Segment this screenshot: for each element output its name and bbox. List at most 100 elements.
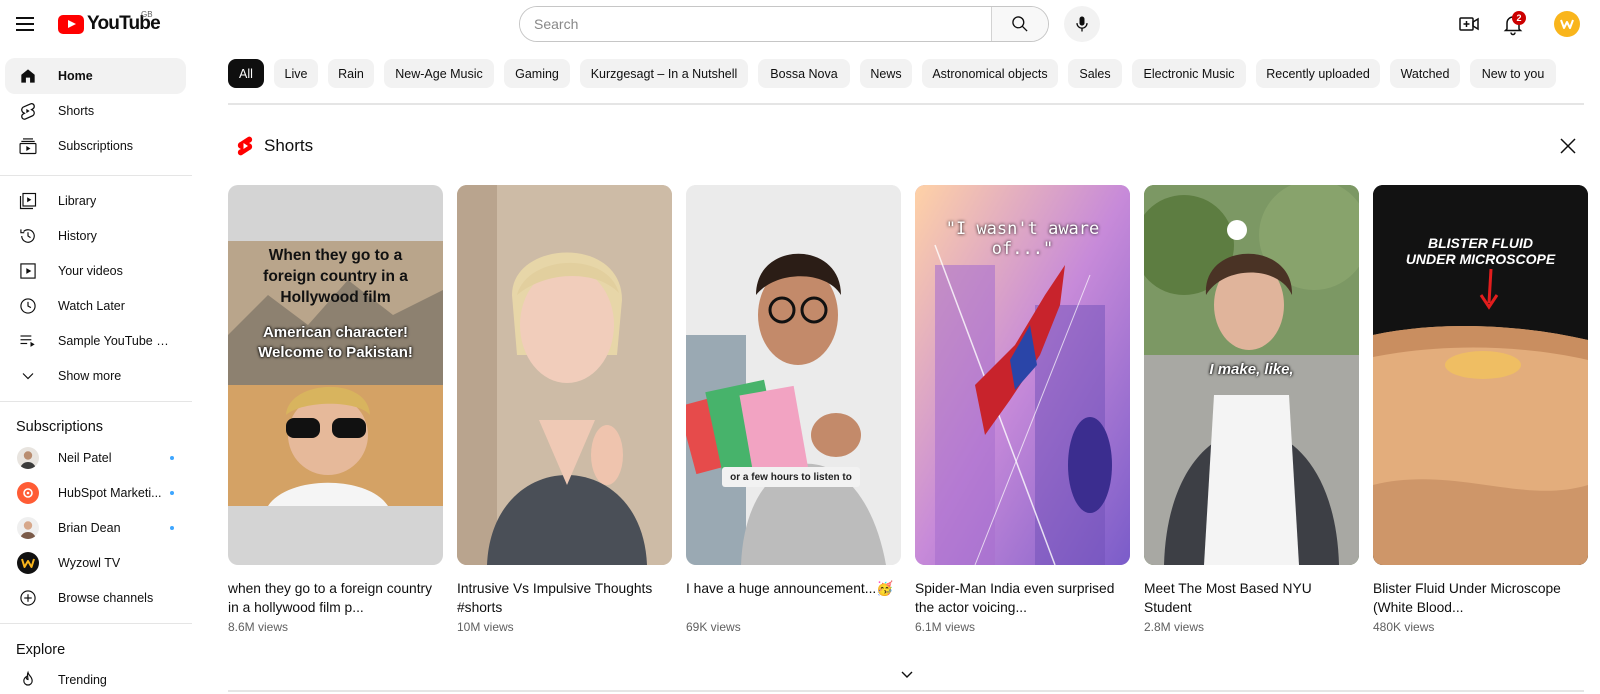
chip-sales[interactable]: Sales xyxy=(1068,59,1122,88)
sidebar-item-subscriptions[interactable]: Subscriptions xyxy=(5,128,186,164)
short-card: When they go to a foreign country in a H… xyxy=(228,185,443,634)
chip-watched[interactable]: Watched xyxy=(1390,59,1460,88)
short-thumbnail[interactable]: "I wasn't aware of..." xyxy=(915,185,1130,565)
short-views: 69K views xyxy=(686,620,741,634)
youtube-play-icon xyxy=(58,14,84,34)
short-card: or a few hours to listen to I have a hug… xyxy=(686,185,901,634)
your-videos-icon xyxy=(16,259,40,283)
short-thumbnail[interactable]: I make, like, xyxy=(1144,185,1359,565)
chip-rain[interactable]: Rain xyxy=(328,59,374,88)
short-title[interactable]: Spider-Man India even surprised the acto… xyxy=(915,579,1130,617)
search-box xyxy=(519,6,1049,42)
sidebar-divider xyxy=(0,175,192,176)
create-button[interactable] xyxy=(1457,12,1481,36)
subscription-brian-dean[interactable]: Brian Dean xyxy=(5,510,186,546)
chip-new-to-you[interactable]: New to you xyxy=(1470,59,1556,88)
thumbnail-caption: BLISTER FLUID UNDER MICROSCOPE xyxy=(1405,235,1556,267)
subscription-wyzowl-tv[interactable]: Wyzowl TV xyxy=(5,545,186,581)
short-thumbnail[interactable]: When they go to a foreign country in a H… xyxy=(228,185,443,565)
sidebar-item-show-more[interactable]: Show more xyxy=(5,358,186,394)
sidebar-item-shorts[interactable]: Shorts xyxy=(5,93,186,129)
short-views: 2.8M views xyxy=(1144,620,1205,634)
shorts-icon xyxy=(16,99,40,123)
add-circle-icon xyxy=(16,586,40,610)
sidebar-item-label: Library xyxy=(58,194,97,208)
sidebar-item-label: Sample YouTube Pl... xyxy=(58,334,176,348)
short-views: 480K views xyxy=(1373,620,1435,634)
search-button[interactable] xyxy=(991,7,1048,41)
thumbnail-image xyxy=(686,185,901,565)
short-card: I make, like, Meet The Most Based NYU St… xyxy=(1144,185,1359,634)
show-more-shorts-button[interactable] xyxy=(895,662,919,686)
channel-avatar xyxy=(17,447,39,469)
sidebar-item-label: Shorts xyxy=(58,104,95,118)
sidebar-item-label: History xyxy=(58,229,97,243)
wyzowl-logo-icon xyxy=(1560,19,1574,29)
short-views: 8.6M views xyxy=(228,620,289,634)
sidebar-item-playlist[interactable]: Sample YouTube Pl... xyxy=(5,323,186,359)
chip-bossa-nova[interactable]: Bossa Nova xyxy=(758,59,850,88)
short-thumbnail[interactable]: BLISTER FLUID UNDER MICROSCOPE xyxy=(1373,185,1588,565)
dismiss-shorts-button[interactable] xyxy=(1556,134,1580,158)
microphone-icon xyxy=(1076,16,1088,32)
notification-badge: 2 xyxy=(1512,11,1526,25)
chip-all[interactable]: All xyxy=(228,59,264,88)
sidebar-item-your-videos[interactable]: Your videos xyxy=(5,253,186,289)
chip-gaming[interactable]: Gaming xyxy=(504,59,570,88)
chip-kurzgesagt[interactable]: Kurzgesagt – In a Nutshell xyxy=(580,59,748,88)
top-bar: YouTube GB 2 xyxy=(0,0,1600,48)
sidebar-item-label: Trending xyxy=(58,673,107,687)
chevron-down-icon xyxy=(901,671,913,678)
short-title[interactable]: Meet The Most Based NYU Student xyxy=(1144,579,1359,617)
account-avatar[interactable] xyxy=(1554,11,1580,37)
chips-divider xyxy=(228,103,1584,105)
sidebar-item-label: Home xyxy=(58,69,93,83)
search-input[interactable] xyxy=(520,7,991,41)
short-card: "I wasn't aware of..." Spider-Man India … xyxy=(915,185,1130,634)
short-title[interactable]: Intrusive Vs Impulsive Thoughts #shorts xyxy=(457,579,672,617)
sidebar-item-history[interactable]: History xyxy=(5,218,186,254)
voice-search-button[interactable] xyxy=(1064,6,1100,42)
short-card: Intrusive Vs Impulsive Thoughts #shorts … xyxy=(457,185,672,634)
chip-live[interactable]: Live xyxy=(274,59,318,88)
thumbnail-caption: I make, like, xyxy=(1209,361,1294,378)
sidebar-item-label: Your videos xyxy=(58,264,123,278)
shelf-divider xyxy=(228,690,1584,692)
thumbnail-caption: American character! Welcome to Pakistan! xyxy=(258,324,413,361)
sidebar-item-watch-later[interactable]: Watch Later xyxy=(5,288,186,324)
region-code: GB xyxy=(141,10,153,19)
close-icon xyxy=(1560,138,1576,154)
explore-heading: Explore xyxy=(16,642,66,658)
sidebar-item-trending[interactable]: Trending xyxy=(5,662,186,694)
sidebar-item-label: Neil Patel xyxy=(58,451,112,465)
chip-new-age-music[interactable]: New-Age Music xyxy=(384,59,494,88)
short-title[interactable]: I have a huge announcement...🥳 xyxy=(686,579,901,617)
sidebar-item-label: Brian Dean xyxy=(58,521,121,535)
sidebar-item-label: Subscriptions xyxy=(58,139,134,153)
chip-recently-uploaded[interactable]: Recently uploaded xyxy=(1256,59,1380,88)
sidebar-item-library[interactable]: Library xyxy=(5,183,186,219)
shorts-shelf-header: Shorts xyxy=(236,133,313,159)
channel-avatar xyxy=(17,517,39,539)
menu-icon[interactable] xyxy=(14,12,38,36)
sidebar-item-home[interactable]: Home xyxy=(5,58,186,94)
chip-electronic-music[interactable]: Electronic Music xyxy=(1132,59,1246,88)
short-title[interactable]: Blister Fluid Under Microscope (White Bl… xyxy=(1373,579,1588,617)
thumbnail-caption: When they go to a foreign country in a H… xyxy=(263,247,408,306)
short-card: BLISTER FLUID UNDER MICROSCOPE Blister F… xyxy=(1373,185,1588,634)
subscription-neil-patel[interactable]: Neil Patel xyxy=(5,440,186,476)
new-content-dot xyxy=(170,456,174,460)
short-thumbnail[interactable] xyxy=(457,185,672,565)
sidebar-item-browse-channels[interactable]: Browse channels xyxy=(5,580,186,616)
subscriptions-icon xyxy=(16,134,40,158)
sidebar-divider xyxy=(0,401,192,402)
short-title[interactable]: when they go to a foreign country in a h… xyxy=(228,579,443,617)
subscriptions-heading: Subscriptions xyxy=(16,419,104,435)
chip-astronomical-objects[interactable]: Astronomical objects xyxy=(922,59,1058,88)
subscription-hubspot[interactable]: HubSpot Marketi... xyxy=(5,475,186,511)
short-thumbnail[interactable]: or a few hours to listen to xyxy=(686,185,901,565)
sidebar-item-label: Show more xyxy=(58,369,122,383)
chip-news[interactable]: News xyxy=(860,59,912,88)
thumbnail-caption: or a few hours to listen to xyxy=(722,467,860,487)
trending-icon xyxy=(16,668,40,692)
